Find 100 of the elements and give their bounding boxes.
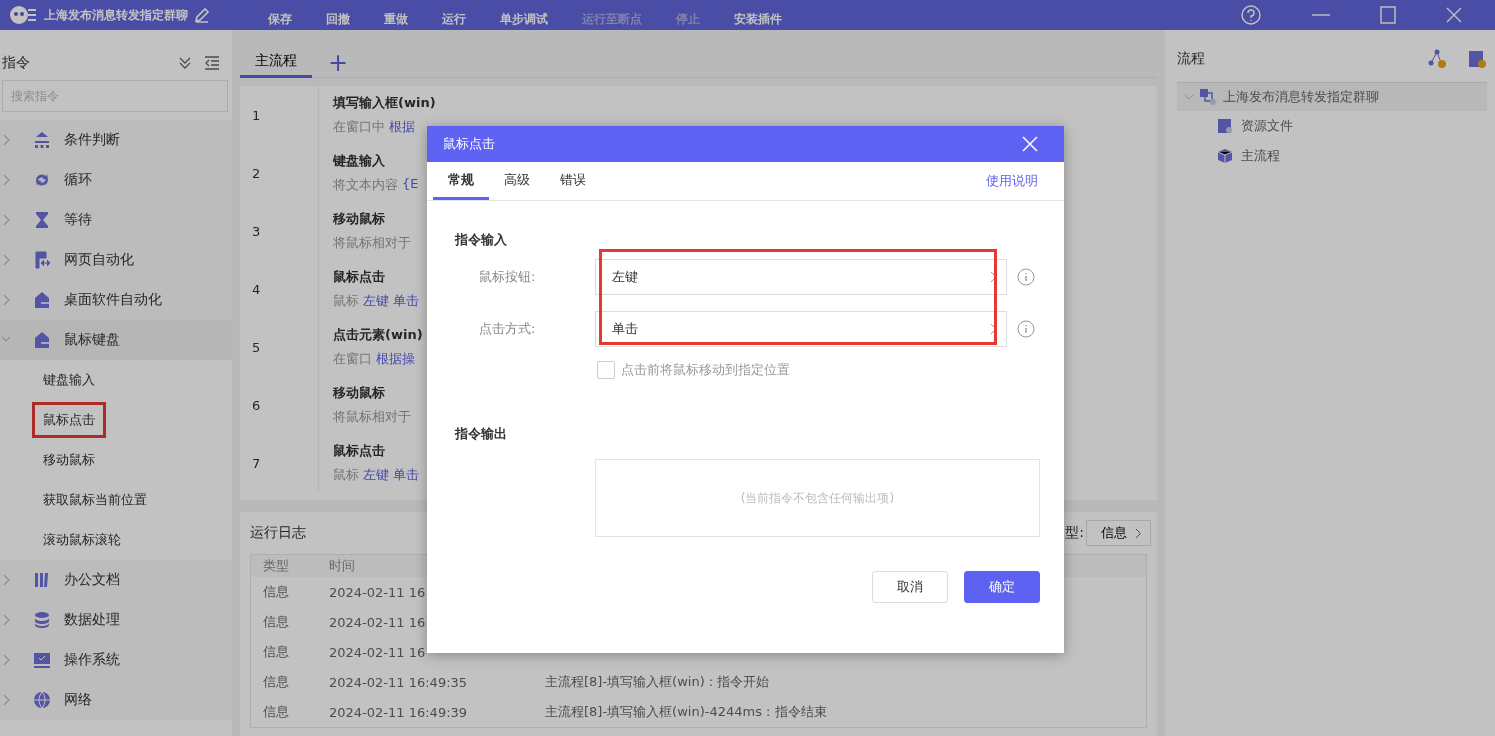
category-item[interactable]: 办公文档 bbox=[0, 560, 232, 600]
category-item[interactable]: 鼠标键盘 bbox=[0, 320, 232, 360]
field-label: 点击方式: bbox=[478, 320, 537, 338]
level-filter-dropdown[interactable]: 信息 bbox=[1086, 520, 1151, 546]
expand-all-icon[interactable] bbox=[178, 56, 192, 70]
step-title: 移动鼠标 bbox=[333, 384, 386, 402]
category-item[interactable]: 等待 bbox=[0, 200, 232, 240]
table-cell-text: 信息 bbox=[262, 643, 290, 661]
checkbox-label: 点击前将鼠标移动到指定位置 bbox=[621, 361, 790, 379]
panel-title: 指令 bbox=[2, 54, 31, 72]
step-parameter-link[interactable]: 根据操 bbox=[376, 350, 415, 368]
collapse-panel-icon[interactable] bbox=[204, 56, 220, 70]
step-description: 将鼠标相对于 bbox=[333, 234, 411, 252]
table-cell-text: 2024-02-11 16:49:39 bbox=[329, 704, 469, 720]
table-cell-text: 信息 bbox=[262, 673, 290, 691]
command-item[interactable]: 获取鼠标当前位置 bbox=[32, 482, 158, 518]
chevron-icon bbox=[1135, 527, 1142, 539]
column-header: 时间 bbox=[329, 557, 356, 575]
close-icon[interactable] bbox=[1446, 7, 1462, 23]
category-item[interactable]: 操作系统 bbox=[0, 640, 232, 680]
project-icon bbox=[1199, 88, 1217, 106]
step-parameter-link[interactable]: {E bbox=[402, 176, 419, 194]
dialog-title: 鼠标点击 bbox=[443, 135, 495, 153]
tree-item[interactable]: 资源文件 bbox=[1241, 117, 1293, 135]
line-number: 4 bbox=[240, 260, 319, 318]
page-icon bbox=[32, 250, 52, 270]
select-field[interactable]: 单击 bbox=[595, 311, 1007, 347]
step-title: 移动鼠标 bbox=[333, 210, 386, 228]
chevron-icon[interactable] bbox=[2, 574, 10, 586]
monitor-icon bbox=[32, 650, 52, 670]
chevron-icon[interactable] bbox=[2, 214, 10, 226]
table-cell: 主流程[8]-填写输入框(win)-4244ms : 指令结束 bbox=[545, 703, 827, 721]
cancel-button[interactable]: 取消 bbox=[872, 571, 948, 603]
panel-title: 流程 bbox=[1177, 50, 1205, 68]
chevron-icon[interactable] bbox=[2, 174, 10, 186]
command-item[interactable]: 移动鼠标 bbox=[32, 442, 106, 478]
command-item[interactable]: 键盘输入 bbox=[32, 362, 106, 398]
category-item[interactable]: 桌面软件自动化 bbox=[0, 280, 232, 320]
step-title: 填写输入框(win) bbox=[333, 94, 436, 112]
hierarchy-icon bbox=[32, 130, 52, 150]
add-tab-button[interactable]: + bbox=[322, 47, 355, 78]
toolbar-button[interactable]: 安装插件 bbox=[734, 2, 782, 28]
log-title: 运行日志 bbox=[250, 524, 306, 542]
chevron-icon[interactable] bbox=[2, 694, 10, 706]
help-link[interactable]: 使用说明 bbox=[986, 172, 1038, 190]
edit-icon[interactable] bbox=[194, 7, 210, 23]
confirm-button[interactable]: 确定 bbox=[964, 571, 1040, 603]
step-parameter-link[interactable]: 左键 单击 bbox=[363, 466, 420, 484]
category-item[interactable]: 网络 bbox=[0, 680, 232, 720]
cube-icon bbox=[1217, 148, 1233, 164]
step-description: 在窗口 bbox=[333, 350, 372, 368]
chevron-icon[interactable] bbox=[1185, 93, 1193, 101]
add-flow-icon[interactable] bbox=[1427, 49, 1447, 69]
line-number: 3 bbox=[240, 202, 319, 260]
toolbar-button[interactable]: 单步调试 bbox=[500, 2, 548, 28]
chevron-icon[interactable] bbox=[2, 294, 10, 306]
step-description: 鼠标 bbox=[333, 466, 359, 484]
maximize-icon[interactable] bbox=[1380, 6, 1396, 24]
info-icon[interactable] bbox=[1017, 320, 1035, 338]
globe-icon bbox=[32, 690, 52, 710]
chevron-icon[interactable] bbox=[2, 134, 10, 146]
section-title: 指令输入 bbox=[455, 231, 508, 249]
tree-item[interactable]: 主流程 bbox=[1241, 147, 1280, 165]
line-number: 1 bbox=[240, 86, 319, 144]
house-icon bbox=[32, 330, 52, 350]
minimize-icon[interactable] bbox=[1312, 13, 1330, 17]
close-icon[interactable] bbox=[1022, 136, 1038, 152]
chevron-icon[interactable] bbox=[2, 654, 10, 666]
info-icon[interactable] bbox=[1017, 268, 1035, 286]
add-file-icon[interactable] bbox=[1467, 49, 1487, 69]
category-item[interactable]: 循环 bbox=[0, 160, 232, 200]
checkbox[interactable] bbox=[597, 361, 615, 379]
help-icon[interactable] bbox=[1240, 4, 1262, 26]
toolbar-button[interactable]: 保存 bbox=[268, 2, 292, 28]
tab[interactable]: 主流程 bbox=[240, 47, 312, 78]
step-description: 在窗口中 bbox=[333, 118, 385, 136]
category-item[interactable]: 网页自动化 bbox=[0, 240, 232, 280]
tab[interactable]: 高级 bbox=[489, 162, 545, 200]
chevron-icon[interactable] bbox=[2, 614, 10, 626]
step-parameter-link[interactable]: 根据 bbox=[389, 118, 415, 136]
column-header: 类型 bbox=[262, 557, 290, 575]
house-icon bbox=[32, 290, 52, 310]
select-field[interactable]: 左键 bbox=[595, 259, 1007, 295]
chevron-icon[interactable] bbox=[2, 254, 10, 266]
command-item[interactable]: 滚动鼠标滚轮 bbox=[32, 522, 132, 558]
field-label: 鼠标按钮: bbox=[478, 268, 537, 286]
toolbar-button[interactable]: 回撤 bbox=[326, 2, 350, 28]
category-item[interactable]: 数据处理 bbox=[0, 600, 232, 640]
tab[interactable]: 常规 bbox=[433, 162, 489, 200]
step-title: 键盘输入 bbox=[333, 152, 386, 170]
step-title: 鼠标点击 bbox=[333, 442, 386, 460]
toolbar-button[interactable]: 运行 bbox=[442, 2, 466, 28]
toolbar-button[interactable]: 重做 bbox=[384, 2, 408, 28]
command-item[interactable]: 鼠标点击 bbox=[32, 402, 106, 438]
category-item[interactable]: 条件判断 bbox=[0, 120, 232, 160]
table-cell-text: 信息 bbox=[262, 613, 290, 631]
table-cell: 主流程[8]-填写输入框(win) : 指令开始 bbox=[545, 673, 770, 691]
step-description: 鼠标 bbox=[333, 292, 359, 310]
tab[interactable]: 错误 bbox=[545, 162, 601, 200]
step-parameter-link[interactable]: 左键 单击 bbox=[363, 292, 420, 310]
